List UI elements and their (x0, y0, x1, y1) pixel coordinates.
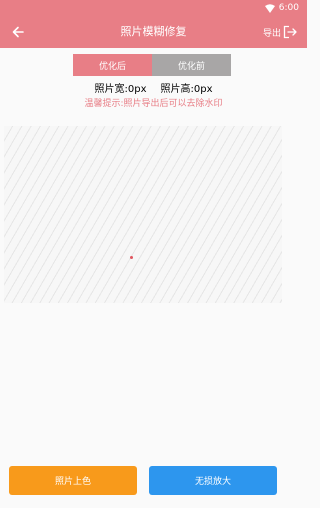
tab-before-optimization[interactable]: 优化前 (152, 54, 231, 76)
export-label: 导出 (262, 28, 281, 39)
photo-preview[interactable] (4, 126, 282, 303)
status-bar: 6:00 (0, 0, 307, 16)
lossless-enlarge-button[interactable]: 无损放大 (149, 466, 277, 495)
export-button[interactable]: 导出 (263, 20, 297, 44)
status-right: 6:00 (264, 2, 299, 14)
toolbar: 照片模糊修复 导出 (0, 16, 307, 48)
view-tabs: 优化后 优化前 (73, 54, 231, 76)
page-title: 照片模糊修复 (120, 25, 187, 38)
watermark-tip: 温馨提示:照片导出后可以去除水印 (84, 99, 223, 109)
export-icon (283, 25, 297, 39)
preview-dot (130, 256, 133, 259)
status-time: 6:00 (278, 3, 299, 13)
tab-after-optimization[interactable]: 优化后 (73, 54, 152, 76)
back-button[interactable] (6, 20, 30, 44)
wifi-icon (264, 3, 275, 13)
colorize-button[interactable]: 照片上色 (9, 466, 137, 495)
arrow-left-icon (12, 26, 24, 38)
photo-size-info: 照片宽:0px 照片高:0px (0, 80, 307, 95)
photo-height: 照片高:0px (160, 84, 213, 95)
photo-width: 照片宽:0px (94, 84, 147, 95)
